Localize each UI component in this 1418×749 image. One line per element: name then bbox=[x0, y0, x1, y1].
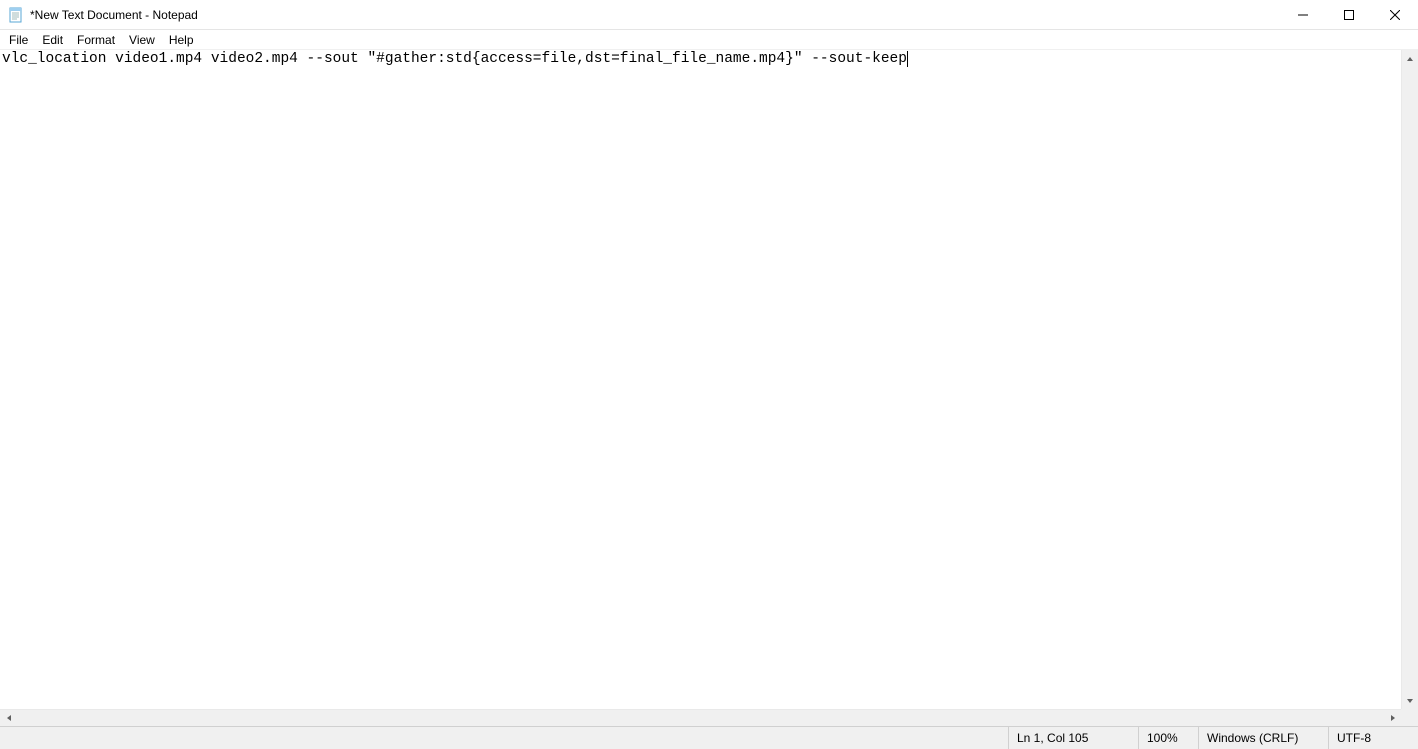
status-position: Ln 1, Col 105 bbox=[1008, 727, 1138, 749]
statusbar: Ln 1, Col 105 100% Windows (CRLF) UTF-8 bbox=[0, 726, 1418, 749]
editor-area: vlc_location video1.mp4 video2.mp4 --sou… bbox=[0, 50, 1418, 726]
status-filler bbox=[0, 727, 1008, 749]
scroll-up-icon[interactable] bbox=[1402, 50, 1418, 67]
vertical-scroll-track[interactable] bbox=[1402, 67, 1418, 692]
notepad-icon bbox=[8, 7, 24, 23]
scroll-right-icon[interactable] bbox=[1384, 710, 1401, 726]
close-button[interactable] bbox=[1372, 0, 1418, 29]
status-encoding: UTF-8 bbox=[1328, 727, 1418, 749]
text-caret bbox=[907, 51, 908, 67]
horizontal-scrollbar[interactable] bbox=[0, 709, 1401, 726]
window-controls bbox=[1280, 0, 1418, 29]
menu-help[interactable]: Help bbox=[162, 31, 201, 49]
scroll-left-icon[interactable] bbox=[0, 710, 17, 726]
window-title: *New Text Document - Notepad bbox=[30, 8, 198, 22]
menu-file[interactable]: File bbox=[2, 31, 35, 49]
menu-view[interactable]: View bbox=[122, 31, 162, 49]
minimize-button[interactable] bbox=[1280, 0, 1326, 29]
editor-content: vlc_location video1.mp4 video2.mp4 --sou… bbox=[2, 51, 907, 67]
horizontal-scroll-track[interactable] bbox=[17, 710, 1384, 726]
status-zoom: 100% bbox=[1138, 727, 1198, 749]
menubar: File Edit Format View Help bbox=[0, 30, 1418, 50]
maximize-button[interactable] bbox=[1326, 0, 1372, 29]
status-line-ending: Windows (CRLF) bbox=[1198, 727, 1328, 749]
menu-format[interactable]: Format bbox=[70, 31, 122, 49]
menu-edit[interactable]: Edit bbox=[35, 31, 70, 49]
scroll-down-icon[interactable] bbox=[1402, 692, 1418, 709]
titlebar: *New Text Document - Notepad bbox=[0, 0, 1418, 30]
vertical-scrollbar[interactable] bbox=[1401, 50, 1418, 709]
scroll-corner bbox=[1401, 709, 1418, 726]
text-editor[interactable]: vlc_location video1.mp4 video2.mp4 --sou… bbox=[0, 50, 1401, 709]
